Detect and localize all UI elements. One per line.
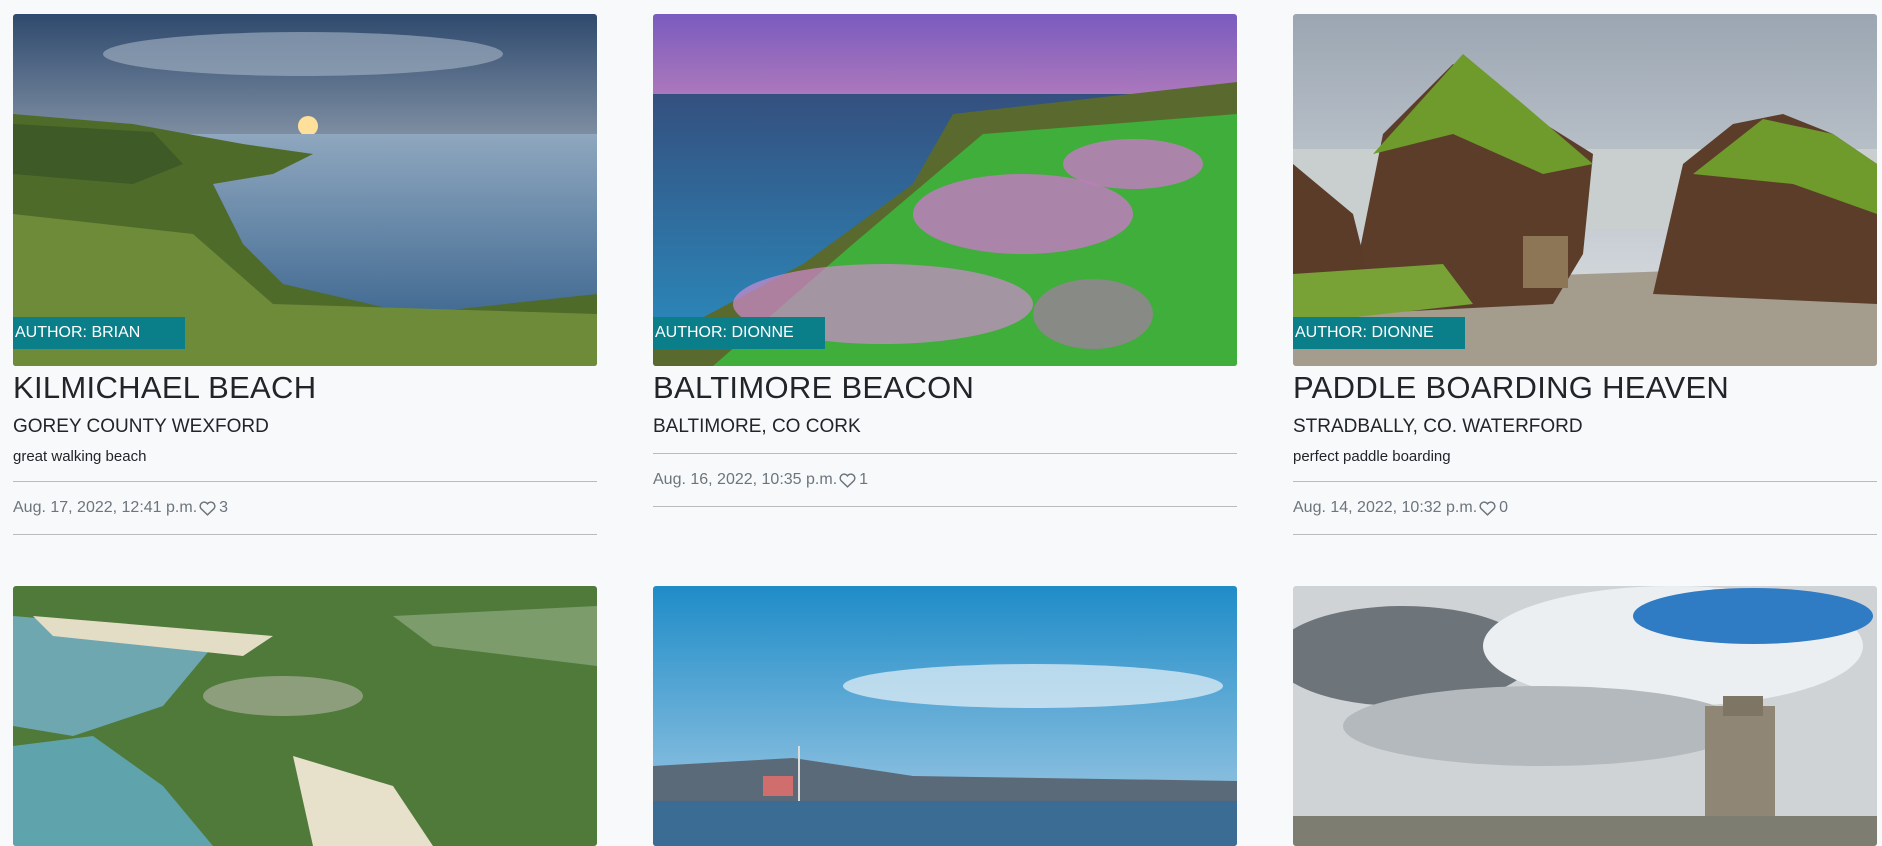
post-image[interactable] bbox=[13, 586, 597, 846]
post-meta: Aug. 14, 2022, 10:32 p.m. 0 bbox=[1293, 482, 1877, 534]
post-image[interactable]: AUTHOR: DIONNE bbox=[653, 14, 1237, 366]
like-count: 3 bbox=[219, 499, 229, 516]
post-location: GOREY COUNTY WEXFORD bbox=[13, 416, 269, 437]
post-meta: Aug. 17, 2022, 12:41 p.m. 3 bbox=[13, 482, 597, 534]
divider bbox=[13, 534, 597, 535]
author-badge: AUTHOR: DIONNE bbox=[1293, 317, 1465, 349]
post-image[interactable]: AUTHOR: DIONNE bbox=[1293, 14, 1877, 366]
post-excerpt: perfect paddle boarding bbox=[1293, 448, 1451, 465]
post-image[interactable]: AUTHOR: BRIAN bbox=[13, 14, 597, 366]
divider bbox=[653, 506, 1237, 507]
author-badge: AUTHOR: DIONNE bbox=[653, 317, 825, 349]
divider bbox=[1293, 534, 1877, 535]
post-title[interactable]: KILMICHAEL BEACH bbox=[13, 369, 597, 407]
post-date: Aug. 14, 2022, 10:32 p.m. bbox=[1293, 499, 1478, 516]
post-image[interactable] bbox=[653, 586, 1237, 846]
post-card bbox=[653, 586, 1237, 846]
post-excerpt: great walking beach bbox=[13, 448, 147, 465]
like-count: 1 bbox=[859, 471, 869, 488]
post-title[interactable]: PADDLE BOARDING HEAVEN bbox=[1293, 369, 1877, 407]
post-date: Aug. 16, 2022, 10:35 p.m. bbox=[653, 471, 838, 488]
post-date: Aug. 17, 2022, 12:41 p.m. bbox=[13, 499, 198, 516]
author-badge: AUTHOR: BRIAN bbox=[13, 317, 185, 349]
like-count: 0 bbox=[1499, 499, 1509, 516]
post-card: AUTHOR: BRIAN KILMICHAEL BEACH GOREY COU… bbox=[13, 14, 597, 535]
post-location: STRADBALLY, CO. WATERFORD bbox=[1293, 416, 1583, 437]
heart-icon bbox=[199, 500, 216, 516]
post-meta: Aug. 16, 2022, 10:35 p.m. 1 bbox=[653, 454, 1237, 506]
post-title[interactable]: BALTIMORE BEACON bbox=[653, 369, 1237, 407]
heart-icon bbox=[1479, 500, 1496, 516]
post-card bbox=[13, 586, 597, 846]
post-card: AUTHOR: DIONNE PADDLE BOARDING HEAVEN ST… bbox=[1293, 14, 1877, 535]
post-image[interactable] bbox=[1293, 586, 1877, 846]
post-card: AUTHOR: DIONNE BALTIMORE BEACON BALTIMOR… bbox=[653, 14, 1237, 507]
post-location: BALTIMORE, CO CORK bbox=[653, 416, 861, 437]
heart-icon bbox=[839, 472, 856, 488]
post-card bbox=[1293, 586, 1877, 846]
